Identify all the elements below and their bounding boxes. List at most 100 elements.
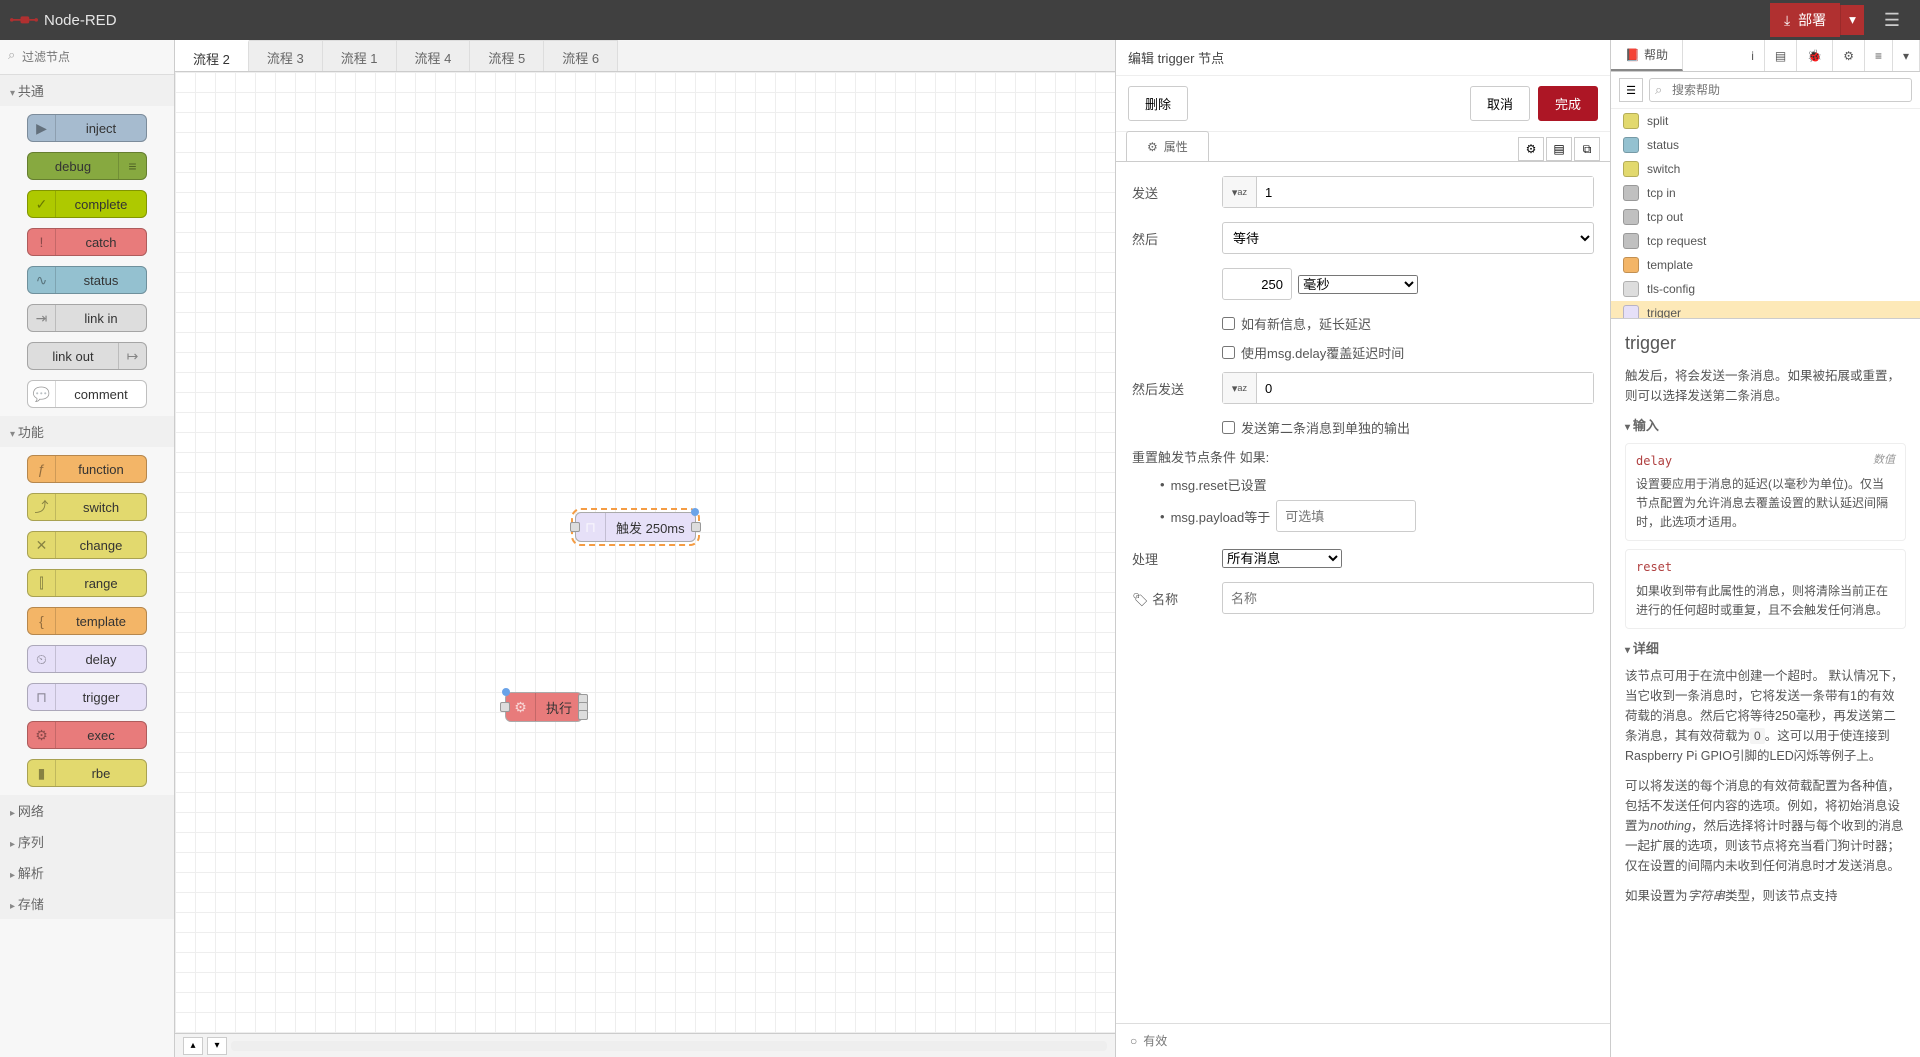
delete-button[interactable]: 删除: [1128, 86, 1188, 121]
tray-tabs: ⚙ 属性 ⚙ ▤ ⧉: [1116, 132, 1610, 162]
app-title: Node-RED: [44, 12, 117, 29]
help-topic-tcp-request[interactable]: tcp request: [1611, 229, 1920, 253]
output-port[interactable]: [691, 522, 701, 532]
palette-node-catch[interactable]: !catch: [27, 228, 147, 256]
flow-tab[interactable]: 流程 5: [470, 40, 544, 71]
help-tab-icon[interactable]: ▤: [1765, 40, 1797, 71]
delay-value-input[interactable]: [1222, 268, 1292, 300]
palette-node-template[interactable]: {template: [27, 607, 147, 635]
palette-category-sequence[interactable]: 序列: [0, 826, 174, 857]
flow-tab[interactable]: 流程 4: [397, 40, 471, 71]
palette-node-inject[interactable]: ▶inject: [27, 114, 147, 142]
palette-node-link-in[interactable]: ⇥link in: [27, 304, 147, 332]
help-details-1: 该节点可用于在流中创建一个超时。 默认情况下，当它收到一条消息时，它将发送一条带…: [1625, 666, 1906, 766]
help-topic-split[interactable]: split: [1611, 109, 1920, 133]
palette-node-function[interactable]: ƒfunction: [27, 455, 147, 483]
context-tab[interactable]: ≡: [1865, 40, 1893, 71]
config-tab[interactable]: ⚙: [1833, 40, 1865, 71]
then-send-type-selector[interactable]: ▾ az: [1223, 373, 1257, 403]
palette-node-change[interactable]: ✕change: [27, 531, 147, 559]
nav-up-button[interactable]: ▴: [183, 1037, 203, 1055]
palette-node-debug[interactable]: ≡debug: [27, 152, 147, 180]
palette-category-storage[interactable]: 存储: [0, 888, 174, 919]
palette-node-trigger[interactable]: ⊓trigger: [27, 683, 147, 711]
send-type-selector[interactable]: ▾ az: [1223, 177, 1257, 207]
handling-label: 处理: [1132, 549, 1212, 568]
palette-node-status[interactable]: ∿status: [27, 266, 147, 294]
handling-select[interactable]: 所有消息: [1222, 549, 1342, 568]
palette-node-delay[interactable]: ⏲delay: [27, 645, 147, 673]
help-details-heading[interactable]: 详细: [1625, 639, 1906, 660]
palette-category-function[interactable]: 功能: [0, 416, 174, 447]
palette-node-complete[interactable]: ✓complete: [27, 190, 147, 218]
help-topic-trigger[interactable]: trigger: [1611, 301, 1920, 319]
input-port[interactable]: [570, 522, 580, 532]
second-output-checkbox[interactable]: [1222, 421, 1235, 434]
template-icon: {: [28, 608, 56, 634]
extend-delay-checkbox[interactable]: [1222, 317, 1235, 330]
more-tab[interactable]: ▾: [1893, 40, 1920, 71]
deploy-button[interactable]: ⤓ 部署: [1770, 3, 1840, 37]
nav-down-button[interactable]: ▾: [207, 1037, 227, 1055]
flow-node-exec[interactable]: ⚙执行: [505, 692, 583, 722]
tab-desc-icon[interactable]: ▤: [1546, 137, 1572, 161]
name-label: 🏷 名称: [1132, 589, 1212, 608]
deploy-options-button[interactable]: ▾: [1840, 5, 1864, 35]
tab-settings-icon[interactable]: ⚙: [1518, 137, 1544, 161]
info-tab[interactable]: i: [1741, 40, 1765, 71]
debug-tab[interactable]: 🐞: [1797, 40, 1833, 71]
override-delay-checkbox[interactable]: [1222, 346, 1235, 359]
properties-tab[interactable]: ⚙ 属性: [1126, 131, 1209, 161]
flow-canvas[interactable]: ⊓触发 250ms ⚙执行: [175, 72, 1115, 1033]
extend-delay-label: 如有新信息，延长延迟: [1241, 314, 1371, 333]
node-swatch-icon: [1623, 185, 1639, 201]
reset-payload-input[interactable]: [1276, 500, 1416, 532]
name-input[interactable]: [1222, 582, 1594, 614]
palette-node-comment[interactable]: 💬comment: [27, 380, 147, 408]
palette-node-link-out[interactable]: ↦link out: [27, 342, 147, 370]
then-select[interactable]: 等待: [1222, 222, 1594, 254]
palette-node-exec[interactable]: ⚙exec: [27, 721, 147, 749]
input-port[interactable]: [500, 702, 510, 712]
help-search-input[interactable]: [1649, 78, 1912, 102]
palette-node-switch[interactable]: ⤴switch: [27, 493, 147, 521]
node-swatch-icon: [1623, 137, 1639, 153]
delay-unit-select[interactable]: 毫秒: [1298, 275, 1418, 294]
palette-filter-input[interactable]: [6, 46, 168, 68]
then-send-value-input[interactable]: [1257, 373, 1593, 403]
main-menu-button[interactable]: ☰: [1874, 4, 1910, 37]
node-swatch-icon: [1623, 233, 1639, 249]
palette-category-network[interactable]: 网络: [0, 795, 174, 826]
cancel-button[interactable]: 取消: [1470, 86, 1530, 121]
help-tab[interactable]: 📕 帮助: [1611, 40, 1683, 71]
palette-category-common[interactable]: 共通: [0, 75, 174, 106]
palette-category-parser[interactable]: 解析: [0, 857, 174, 888]
help-topic-switch[interactable]: switch: [1611, 157, 1920, 181]
help-topic-tcp-in[interactable]: tcp in: [1611, 181, 1920, 205]
workspace: 流程 2流程 3流程 1流程 4流程 5流程 6 ⊓触发 250ms⚙执行 ▴ …: [175, 40, 1115, 1057]
horizontal-scrollbar[interactable]: [231, 1041, 1107, 1051]
palette-node-range[interactable]: ⫿range: [27, 569, 147, 597]
flow-tab[interactable]: 流程 3: [249, 40, 323, 71]
help-topic-tls-config[interactable]: tls-config: [1611, 277, 1920, 301]
flow-tab[interactable]: 流程 2: [175, 40, 249, 71]
gear-icon: ⚙: [1843, 49, 1854, 63]
done-button[interactable]: 完成: [1538, 86, 1598, 121]
palette-node-rbe[interactable]: ▮rbe: [27, 759, 147, 787]
help-topic-tcp-out[interactable]: tcp out: [1611, 205, 1920, 229]
toc-button[interactable]: ☰: [1619, 78, 1643, 102]
status-icon: ∿: [28, 267, 56, 293]
help-inputs-heading[interactable]: 输入: [1625, 416, 1906, 437]
help-topic-list: splitstatusswitchtcp intcp outtcp reques…: [1611, 109, 1920, 319]
flow-node-trigger[interactable]: ⊓触发 250ms: [575, 512, 696, 542]
help-topic-status[interactable]: status: [1611, 133, 1920, 157]
enabled-icon: ○: [1130, 1034, 1137, 1048]
flow-tab[interactable]: 流程 6: [544, 40, 618, 71]
help-topic-template[interactable]: template: [1611, 253, 1920, 277]
flow-tab[interactable]: 流程 1: [323, 40, 397, 71]
node-swatch-icon: [1623, 161, 1639, 177]
tab-appearance-icon[interactable]: ⧉: [1574, 137, 1600, 161]
send-value-input[interactable]: [1257, 177, 1593, 207]
send-label: 发送: [1132, 183, 1212, 202]
output-port[interactable]: [578, 710, 588, 720]
